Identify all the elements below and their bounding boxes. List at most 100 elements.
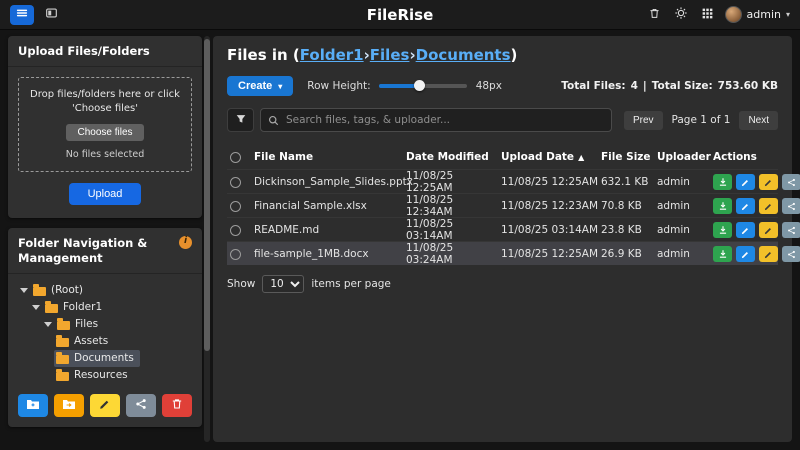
next-page-button[interactable]: Next xyxy=(739,111,778,130)
folder-move-icon xyxy=(62,398,76,413)
total-files-label: Total Files: xyxy=(561,80,625,92)
upload-date: 11/08/25 12:25AM xyxy=(501,176,601,188)
rename-button[interactable] xyxy=(759,198,778,214)
row-checkbox[interactable] xyxy=(230,249,241,260)
tree-node-folder1[interactable]: Folder1 xyxy=(30,299,108,316)
trash-view-button[interactable] xyxy=(646,5,663,25)
row-checkbox[interactable] xyxy=(230,177,241,188)
files-table: File Name Date Modified Upload Date▲ Fil… xyxy=(227,145,778,265)
main-scrollbar-track[interactable] xyxy=(204,36,210,442)
col-header-uploader[interactable]: Uploader xyxy=(657,151,713,163)
col-header-uploaded[interactable]: Upload Date▲ xyxy=(501,151,601,163)
download-icon xyxy=(718,247,728,262)
col-header-name[interactable]: File Name xyxy=(254,151,406,163)
folder-icon xyxy=(45,304,58,313)
rename-button[interactable] xyxy=(759,174,778,190)
prev-page-button[interactable]: Prev xyxy=(624,111,663,130)
slider-fill xyxy=(379,84,418,88)
upload-date: 11/08/25 12:25AM xyxy=(501,248,601,260)
tree-node-label: (Root) xyxy=(51,284,83,296)
share-button[interactable] xyxy=(782,246,800,262)
row-actions xyxy=(713,198,800,214)
download-button[interactable] xyxy=(713,246,732,262)
table-row[interactable]: Dickinson_Sample_Slides.pptx 11/08/25 12… xyxy=(227,169,778,193)
file-name[interactable]: file-sample_1MB.docx xyxy=(254,248,406,260)
pencil-icon xyxy=(99,398,111,413)
tree-caret-icon xyxy=(32,305,40,310)
table-row[interactable]: file-sample_1MB.docx 11/08/25 03:24AM 11… xyxy=(227,241,778,265)
download-button[interactable] xyxy=(713,198,732,214)
breadcrumb-link-documents[interactable]: Documents xyxy=(416,46,511,64)
rename-button[interactable] xyxy=(759,222,778,238)
apps-grid-button[interactable] xyxy=(699,5,716,25)
tree-node-label: Assets xyxy=(74,335,108,347)
no-files-text: No files selected xyxy=(25,148,185,162)
share-button[interactable] xyxy=(782,174,800,190)
share-icon xyxy=(787,247,796,262)
user-menu[interactable]: admin ▾ xyxy=(725,6,790,23)
trash-icon xyxy=(171,398,183,413)
edit-button[interactable] xyxy=(736,174,755,190)
rename-button[interactable] xyxy=(759,246,778,262)
edit-button[interactable] xyxy=(736,246,755,262)
rename-folder-button[interactable] xyxy=(90,394,120,417)
main-scrollbar-thumb[interactable] xyxy=(204,39,210,351)
search-input[interactable] xyxy=(286,114,604,126)
info-icon[interactable]: i xyxy=(179,236,192,249)
tree-node-assets[interactable]: Assets xyxy=(54,333,114,350)
col-header-modified[interactable]: Date Modified xyxy=(406,151,501,163)
row-actions xyxy=(713,174,800,190)
row-checkbox[interactable] xyxy=(230,201,241,212)
tree-node-label: Documents xyxy=(74,352,134,364)
download-button[interactable] xyxy=(713,174,732,190)
search-row: Prev Page 1 of 1 Next xyxy=(227,108,778,132)
breadcrumb-link-folder1[interactable]: Folder1 xyxy=(300,46,364,64)
row-actions xyxy=(713,222,800,238)
sun-icon xyxy=(674,6,688,23)
row-actions xyxy=(713,246,800,262)
edit-button[interactable] xyxy=(736,198,755,214)
page-title: Files in (Folder1›Files›Documents) xyxy=(227,46,778,64)
share-button[interactable] xyxy=(782,198,800,214)
select-all-checkbox[interactable] xyxy=(230,152,241,163)
file-name[interactable]: Dickinson_Sample_Slides.pptx xyxy=(254,176,406,188)
share-button[interactable] xyxy=(782,222,800,238)
create-folder-button[interactable] xyxy=(18,394,48,417)
tree-node-documents[interactable]: Documents xyxy=(54,350,140,367)
table-row[interactable]: Financial Sample.xlsx 11/08/25 12:34AM 1… xyxy=(227,193,778,217)
delete-folder-button[interactable] xyxy=(162,394,192,417)
create-button[interactable]: Create ▾ xyxy=(227,76,293,96)
theme-toggle-button[interactable] xyxy=(672,4,690,25)
move-folder-button[interactable] xyxy=(54,394,84,417)
download-icon xyxy=(718,175,728,190)
dropzone-text-line2: 'Choose files' xyxy=(72,103,138,114)
share-folder-button[interactable] xyxy=(126,394,156,417)
items-per-page-select[interactable]: 10 xyxy=(262,275,304,293)
file-name[interactable]: README.md xyxy=(254,224,406,236)
download-button[interactable] xyxy=(713,222,732,238)
folder-card-title: Folder Navigation & Management xyxy=(18,236,173,266)
folder-icon xyxy=(33,287,46,296)
row-checkbox[interactable] xyxy=(230,225,241,236)
sidebar-toggle-button[interactable] xyxy=(42,4,61,25)
tree-node-files[interactable]: Files xyxy=(42,316,104,333)
table-row[interactable]: README.md 11/08/25 03:14AM 11/08/25 03:1… xyxy=(227,217,778,241)
menu-button[interactable] xyxy=(10,5,34,25)
upload-button[interactable]: Upload xyxy=(69,183,142,205)
filter-button[interactable] xyxy=(227,108,254,132)
choose-files-button[interactable]: Choose files xyxy=(66,124,143,141)
file-name[interactable]: Financial Sample.xlsx xyxy=(254,200,406,212)
breadcrumb-link-files[interactable]: Files xyxy=(370,46,410,64)
folder-icon xyxy=(56,372,69,381)
row-height-slider[interactable] xyxy=(379,84,467,88)
edit-button[interactable] xyxy=(736,222,755,238)
dropzone[interactable]: Drop files/folders here or click 'Choose… xyxy=(18,77,192,172)
tree-node-root[interactable]: (Root) xyxy=(18,282,89,299)
tree-node-resources[interactable]: Resources xyxy=(54,367,134,384)
trash-icon xyxy=(648,7,661,23)
total-size-label: Total Size: xyxy=(652,80,713,92)
col-header-size[interactable]: File Size xyxy=(601,151,657,163)
date-modified: 11/08/25 12:25AM xyxy=(406,170,501,194)
sidebar: Upload Files/Folders Drop files/folders … xyxy=(8,36,202,427)
slider-thumb[interactable] xyxy=(414,80,425,91)
